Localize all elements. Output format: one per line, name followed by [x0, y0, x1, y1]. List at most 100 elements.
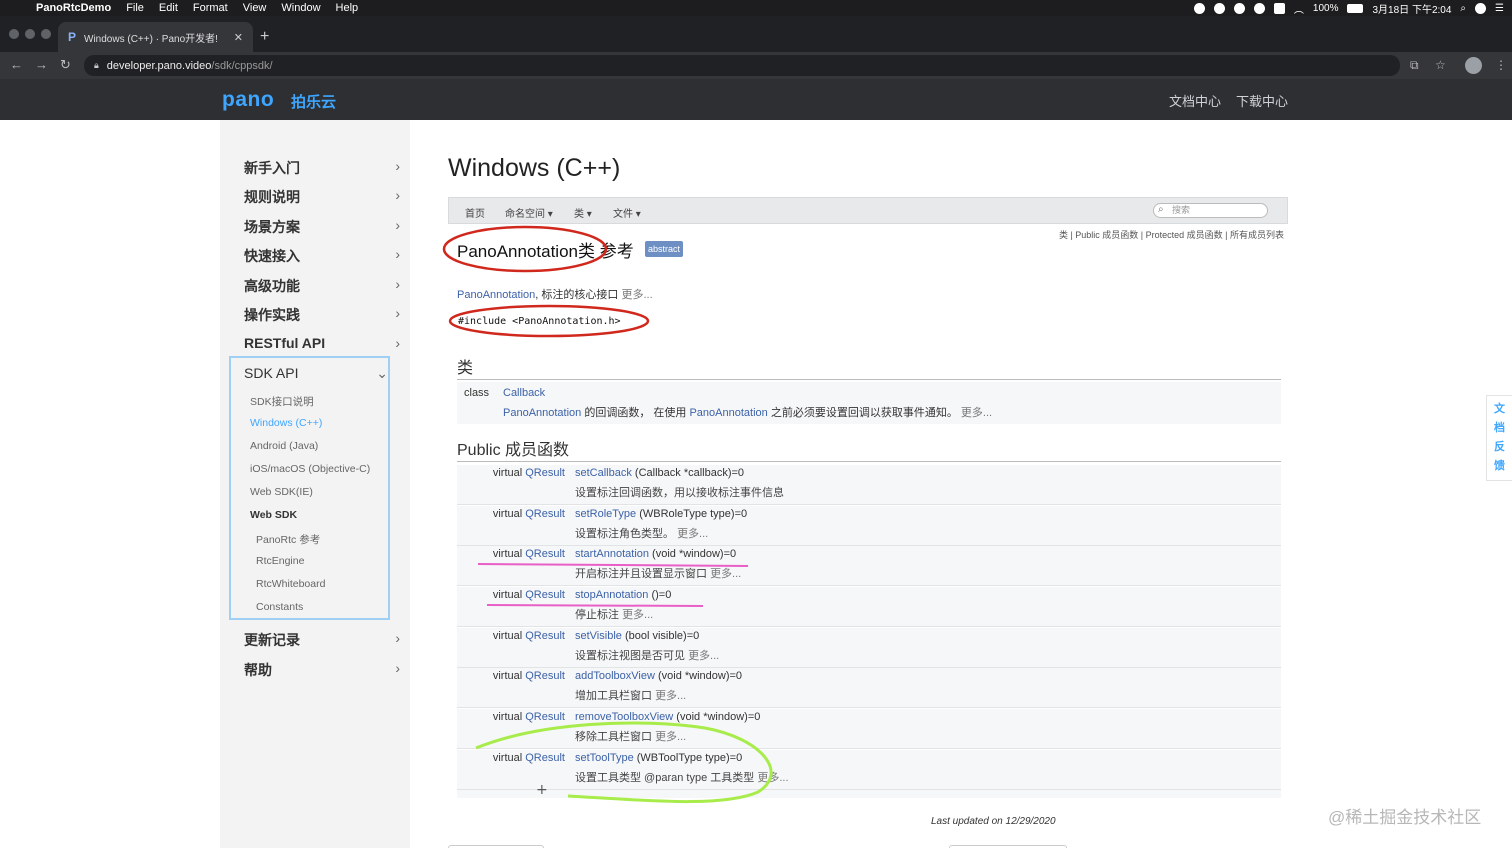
menu-file[interactable]: File	[126, 2, 144, 14]
more-link[interactable]: 更多...	[622, 609, 653, 621]
menu-format[interactable]: Format	[193, 2, 228, 14]
app-menu[interactable]: PanoRtcDemo	[36, 2, 111, 14]
desc-link[interactable]: PanoAnnotation	[503, 407, 581, 419]
member-name-link[interactable]: removeToolboxView	[575, 711, 673, 723]
sidebar-item-restful-api[interactable]: RESTful API ›	[244, 335, 400, 351]
sidebar-item-sdk-api[interactable]: SDK API ⌄	[244, 365, 388, 381]
sidebar-sub-sdk-interface[interactable]: SDK接口说明	[250, 394, 314, 409]
input-method-icon[interactable]	[1273, 2, 1285, 14]
browser-menu-icon[interactable]: ⋮	[1495, 58, 1507, 72]
qresult-link[interactable]: QResult	[525, 752, 565, 764]
datetime[interactable]: 3月18日 下午2:04	[1372, 1, 1451, 16]
window-close-icon[interactable]	[9, 29, 19, 39]
sidebar-item-quick-access[interactable]: 快速接入 ›	[244, 246, 400, 266]
window-minimize-icon[interactable]	[25, 29, 35, 39]
member-name-link[interactable]: setToolType	[575, 752, 634, 764]
window-zoom-icon[interactable]	[41, 29, 51, 39]
more-link[interactable]: 更多...	[655, 731, 686, 743]
qresult-link[interactable]: QResult	[525, 630, 565, 642]
brief-class-link[interactable]: PanoAnnotation	[457, 289, 535, 301]
browser-tab-active[interactable]: P Windows (C++) · Pano开发者! ✕	[58, 22, 253, 52]
more-link[interactable]: 更多...	[655, 690, 686, 702]
siri-icon[interactable]	[1475, 2, 1487, 14]
member-name-link[interactable]: startAnnotation	[575, 548, 649, 560]
sidebar-item-practice[interactable]: 操作实践 ›	[244, 305, 400, 325]
member-name-link[interactable]: setCallback	[575, 467, 632, 479]
menu-edit[interactable]: Edit	[159, 2, 178, 14]
translate-icon[interactable]: ⧉	[1410, 58, 1419, 73]
qresult-link[interactable]: QResult	[525, 548, 565, 560]
wechat-icon[interactable]	[1233, 2, 1245, 14]
qresult-link[interactable]: QResult	[525, 589, 565, 601]
reload-icon[interactable]: ↻	[60, 57, 71, 73]
sidebar-item-rules[interactable]: 规则说明 ›	[244, 187, 400, 207]
wifi-icon[interactable]: ︵	[1294, 1, 1304, 16]
member-desc-text: 开启标注并且设置显示窗口	[575, 568, 707, 580]
nav-docs-center[interactable]: 文档中心	[1169, 91, 1221, 110]
pano-logo-cn[interactable]: 拍乐云	[291, 91, 336, 112]
back-icon[interactable]: ←	[10, 57, 23, 72]
sidebar-sub-panortc-ref[interactable]: PanoRtc 参考	[256, 532, 320, 547]
sidebar-sub-web-sdk-ie[interactable]: Web SDK(IE)	[250, 486, 313, 498]
qresult-link[interactable]: QResult	[525, 670, 565, 682]
more-link[interactable]: 更多...	[688, 650, 719, 662]
menu-window[interactable]: Window	[281, 2, 320, 14]
desc-link[interactable]: PanoAnnotation	[689, 407, 767, 419]
sidebar-sub-android[interactable]: Android (Java)	[250, 440, 318, 452]
qresult-link[interactable]: QResult	[525, 508, 565, 520]
tab-close-icon[interactable]: ✕	[234, 31, 243, 44]
member-name-link[interactable]: addToolboxView	[575, 670, 655, 682]
sidebar-item-getting-started[interactable]: 新手入门 ›	[244, 158, 400, 178]
control-center-icon[interactable]: ☰	[1495, 3, 1504, 14]
virtual-keyword: virtual	[492, 467, 523, 479]
battery-icon[interactable]	[1347, 3, 1364, 13]
sidebar-item-help[interactable]: 帮助 ›	[244, 660, 400, 680]
brief-more-link[interactable]: 更多...	[621, 289, 652, 301]
member-name-link[interactable]: setRoleType	[575, 508, 636, 520]
nav-download-center[interactable]: 下载中心	[1236, 91, 1288, 110]
docnav-home[interactable]: 首页	[465, 205, 485, 220]
menu-help[interactable]: Help	[336, 2, 359, 14]
lock-icon[interactable]: 🔒︎	[94, 60, 99, 71]
forward-icon[interactable]: →	[35, 57, 48, 72]
pano-logo[interactable]: pano	[222, 88, 274, 112]
sidebar-sub-rtcengine[interactable]: RtcEngine	[256, 555, 304, 567]
sidebar-item-scenarios[interactable]: 场景方案 ›	[244, 217, 400, 237]
sidebar-sub-windows-cpp[interactable]: Windows (C++)	[250, 417, 322, 429]
more-link[interactable]: 更多...	[677, 528, 708, 540]
feedback-tab[interactable]: 文 档 反 馈	[1486, 395, 1512, 481]
section-public-members: Public 成员函数	[457, 436, 1281, 462]
summary-links[interactable]: 类 | Public 成员函数 | Protected 成员函数 | 所有成员列…	[1059, 228, 1284, 241]
qresult-link[interactable]: QResult	[525, 467, 565, 479]
spotlight-search-icon[interactable]: ⌕	[1460, 3, 1466, 14]
more-link[interactable]: 更多...	[710, 568, 741, 580]
sidebar-sub-ios-macos[interactable]: iOS/macOS (Objective-C)	[250, 463, 370, 475]
new-tab-icon[interactable]: +	[260, 28, 269, 46]
record-icon[interactable]	[1193, 2, 1205, 14]
doc-search-input[interactable]: ⌕ 搜索	[1153, 203, 1268, 218]
sidebar-sub-web-sdk[interactable]: Web SDK	[250, 509, 297, 521]
status-app-icon-2[interactable]	[1253, 2, 1265, 14]
sidebar-sub-constants[interactable]: Constants	[256, 601, 303, 613]
sidebar-item-advanced[interactable]: 高级功能 ›	[244, 276, 400, 296]
address-bar[interactable]: 🔒︎ developer.pano.video/sdk/cppsdk/	[84, 55, 1400, 76]
more-link[interactable]: 更多...	[757, 772, 788, 784]
docnav-files[interactable]: 文件 ▾	[613, 205, 641, 220]
member-desc: 开启标注并且设置显示窗口 更多...	[575, 565, 741, 581]
member-name-link[interactable]: setVisible	[575, 630, 622, 642]
profile-avatar-icon[interactable]	[1465, 57, 1482, 74]
sidebar-sub-rtcwhiteboard[interactable]: RtcWhiteboard	[256, 578, 325, 590]
more-link[interactable]: 更多...	[961, 407, 992, 419]
class-callback-link[interactable]: Callback	[503, 387, 545, 399]
qresult-link[interactable]: QResult	[525, 711, 565, 723]
member-name-link[interactable]: stopAnnotation	[575, 589, 648, 601]
sidebar-item-changelog[interactable]: 更新记录 ›	[244, 630, 400, 650]
bookmark-star-icon[interactable]: ☆	[1435, 58, 1446, 72]
docnav-classes[interactable]: 类 ▾	[574, 205, 592, 220]
status-app-icon[interactable]	[1213, 2, 1225, 14]
menu-view[interactable]: View	[243, 2, 267, 14]
member-return-type: virtual QResult	[493, 589, 565, 601]
desc-text: 之前必须要设置回调以获取事件通知。	[767, 407, 958, 419]
docnav-namespaces[interactable]: 命名空间 ▾	[505, 205, 553, 220]
member-desc: 设置标注回调函数，用以接收标注事件信息	[575, 484, 784, 500]
